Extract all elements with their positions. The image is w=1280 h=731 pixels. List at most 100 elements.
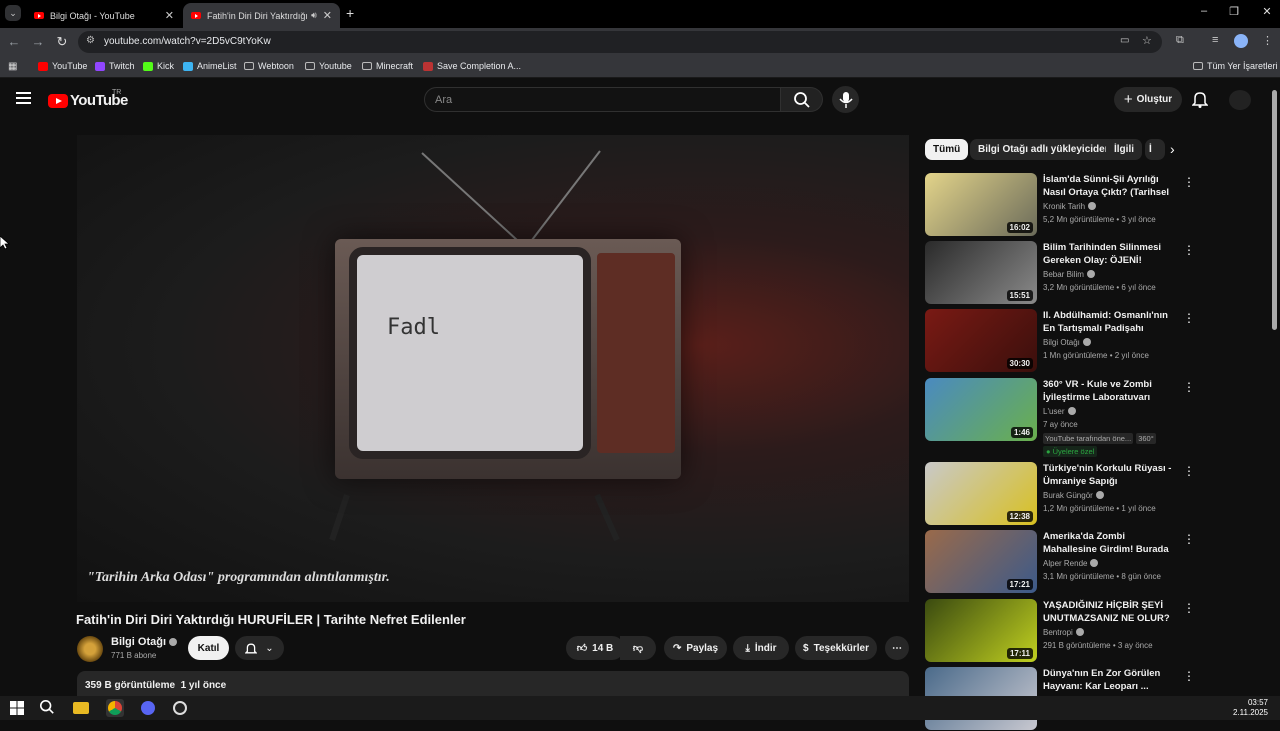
more-options-icon[interactable]: ⋮ bbox=[1183, 380, 1195, 394]
search-button[interactable] bbox=[781, 87, 823, 112]
bookmark-webtoon[interactable]: Webtoon bbox=[244, 61, 294, 71]
recommendation-title[interactable]: 360° VR - Kule ve Zombi İyileştirme Labo… bbox=[1043, 378, 1181, 404]
bookmark-youtube[interactable]: YouTube bbox=[38, 61, 87, 71]
audio-playing-icon[interactable]: 🔊︎ bbox=[311, 10, 317, 21]
more-actions-button[interactable]: ⋯ bbox=[885, 636, 909, 660]
recommendation-title[interactable]: YAŞADIĞINIZ HİÇBİR ŞEYİ UNUTMAZSANIZ NE … bbox=[1043, 599, 1181, 625]
voice-search-button[interactable] bbox=[832, 86, 859, 113]
join-button[interactable]: Katıl bbox=[188, 636, 229, 660]
recommendation-channel[interactable]: Bilgi Otağı bbox=[1043, 338, 1091, 347]
profile-avatar-icon[interactable] bbox=[1234, 34, 1248, 48]
bookmark-youtube-folder[interactable]: Youtube bbox=[305, 61, 352, 71]
recommendation-item[interactable]: 16:02 İslam'da Sünni-Şii Ayrılığı Nasıl O… bbox=[925, 173, 1195, 237]
chrome-icon[interactable] bbox=[106, 699, 124, 717]
address-bar[interactable]: ⚙︎ youtube.com/watch?v=2D5vC9tYoKw ▭ ☆ bbox=[78, 31, 1162, 53]
new-tab-icon[interactable]: + bbox=[346, 5, 354, 21]
back-icon[interactable]: ← bbox=[6, 34, 22, 49]
tab-search-button[interactable]: ⌄ bbox=[5, 5, 21, 21]
more-options-icon[interactable]: ⋮ bbox=[1183, 532, 1195, 546]
menu-icon[interactable] bbox=[16, 92, 31, 104]
recommendation-channel[interactable]: Kronik Tarih bbox=[1043, 202, 1097, 211]
restore-icon[interactable]: ❐ bbox=[1224, 5, 1244, 18]
recommendation-title[interactable]: İslam'da Sünni-Şii Ayrılığı Nasıl Ortaya… bbox=[1043, 173, 1181, 199]
video-thumbnail[interactable]: 1:46 bbox=[925, 378, 1037, 441]
more-options-icon[interactable]: ⋮ bbox=[1183, 669, 1195, 683]
bookmark-kick[interactable]: Kick bbox=[143, 61, 174, 71]
recommendation-item[interactable]: 30:30 II. Abdülhamid: Osmanlı'nın En Tart… bbox=[925, 309, 1195, 373]
recommendation-channel[interactable]: Alper Rende bbox=[1043, 559, 1099, 568]
create-button[interactable]: + Oluştur bbox=[1114, 87, 1182, 112]
bookmark-animelist[interactable]: AnimeList bbox=[183, 61, 237, 71]
recommendation-channel[interactable]: Bebar Bilim bbox=[1043, 270, 1095, 279]
recommendation-title[interactable]: Dünya'nın En Zor Görülen Hayvanı: Kar Le… bbox=[1043, 667, 1181, 693]
recommendation-channel[interactable]: Burak Güngör bbox=[1043, 491, 1104, 500]
chip-partial[interactable]: İ bbox=[1145, 139, 1165, 160]
notifications-button[interactable] bbox=[1191, 90, 1210, 110]
forward-icon[interactable]: → bbox=[30, 34, 46, 49]
reload-icon[interactable]: ↻ bbox=[54, 34, 70, 50]
channel-name[interactable]: Bilgi Otağı bbox=[111, 636, 177, 648]
video-thumbnail[interactable]: 17:11 bbox=[925, 599, 1037, 662]
more-options-icon[interactable]: ⋮ bbox=[1183, 175, 1195, 189]
extensions-icon[interactable]: ⧉ bbox=[1176, 34, 1184, 47]
bookmark-star-icon[interactable]: ☆ bbox=[1142, 34, 1152, 47]
chip-next-icon[interactable]: › bbox=[1170, 141, 1175, 157]
obs-icon[interactable] bbox=[171, 699, 189, 717]
download-button[interactable]: ⤓ İndir bbox=[733, 636, 789, 660]
close-tab-icon[interactable]: ✕ bbox=[323, 9, 332, 22]
recommendation-item[interactable]: 12:38 Türkiye'nin Korkulu Rüyası - Ümrani… bbox=[925, 462, 1195, 526]
video-thumbnail[interactable]: 12:38 bbox=[925, 462, 1037, 525]
system-clock[interactable]: 03:57 2.11.2025 bbox=[1233, 698, 1268, 718]
recommendation-title[interactable]: II. Abdülhamid: Osmanlı'nın En Tartışmal… bbox=[1043, 309, 1181, 335]
file-explorer-icon[interactable] bbox=[73, 699, 91, 717]
tab-bilgi-otagi[interactable]: Bilgi Otağı - YouTube ✕ bbox=[26, 3, 182, 28]
cast-icon[interactable]: ▭ bbox=[1120, 35, 1129, 46]
description-box[interactable]: 359 B görüntüleme 1 yıl önce bbox=[77, 671, 909, 696]
video-thumbnail[interactable]: 17:21 bbox=[925, 530, 1037, 593]
tab-active-video[interactable]: Fatih'in Diri Diri Yaktırdığı H 🔊︎ ✕ bbox=[183, 3, 340, 28]
more-options-icon[interactable]: ⋮ bbox=[1183, 601, 1195, 615]
minimize-icon[interactable]: – bbox=[1194, 5, 1214, 17]
dislike-button[interactable]: 👎︎ bbox=[620, 636, 656, 660]
recommendation-channel[interactable]: L'user bbox=[1043, 407, 1076, 416]
recommendation-title[interactable]: Bilim Tarihinden Silinmesi Gereken Olay:… bbox=[1043, 241, 1181, 267]
video-player[interactable]: Fadl "Tarihin Arka Odası" programından a… bbox=[77, 135, 909, 602]
account-avatar[interactable] bbox=[1229, 90, 1251, 110]
subscription-bell-button[interactable]: ⌄ bbox=[235, 636, 284, 660]
recommendation-title[interactable]: Amerika'da Zombi Mahallesine Girdim! Bur… bbox=[1043, 530, 1181, 556]
recommendation-item[interactable]: 15:51 Bilim Tarihinden Silinmesi Gereken … bbox=[925, 241, 1195, 305]
page-scrollbar[interactable] bbox=[1272, 90, 1277, 330]
video-thumbnail[interactable]: 16:02 bbox=[925, 173, 1037, 236]
discord-icon[interactable] bbox=[139, 699, 157, 717]
windows-start-icon[interactable] bbox=[8, 699, 26, 717]
recommendation-title[interactable]: Türkiye'nin Korkulu Rüyası - Ümraniye Sa… bbox=[1043, 462, 1181, 488]
more-options-icon[interactable]: ⋮ bbox=[1183, 464, 1195, 478]
chip-related[interactable]: İlgili bbox=[1106, 139, 1142, 160]
share-button[interactable]: ↷ Paylaş bbox=[664, 636, 727, 660]
video-thumbnail[interactable]: 15:51 bbox=[925, 241, 1037, 304]
apps-grid-icon[interactable]: ▦ bbox=[8, 61, 17, 72]
bookmark-save-completion[interactable]: Save Completion A... bbox=[423, 61, 521, 71]
more-options-icon[interactable]: ⋮ bbox=[1183, 311, 1195, 325]
chip-all[interactable]: Tümü bbox=[925, 139, 969, 160]
all-bookmarks[interactable]: Tüm Yer İşaretleri bbox=[1193, 61, 1278, 71]
site-info-icon[interactable]: ⚙︎ bbox=[86, 35, 95, 46]
bookmark-twitch[interactable]: Twitch bbox=[95, 61, 135, 71]
recommendation-item[interactable]: 1:46 360° VR - Kule ve Zombi İyileştirme … bbox=[925, 378, 1195, 457]
taskbar-search-icon[interactable] bbox=[39, 699, 57, 717]
chip-from-uploader[interactable]: Bilgi Otağı adlı yükleyiciden bbox=[970, 139, 1119, 160]
recommendation-item[interactable]: 17:11 YAŞADIĞINIZ HİÇBİR ŞEYİ UNUTMAZSANI… bbox=[925, 599, 1195, 663]
youtube-logo[interactable]: YouTube TR bbox=[48, 89, 128, 109]
recommendation-channel[interactable]: Bentropi bbox=[1043, 628, 1084, 637]
bookmark-minecraft[interactable]: Minecraft bbox=[362, 61, 413, 71]
recommendation-item[interactable]: 17:21 Amerika'da Zombi Mahallesine Girdim… bbox=[925, 530, 1195, 594]
media-control-icon[interactable]: ≡ bbox=[1212, 34, 1218, 46]
video-thumbnail[interactable]: 30:30 bbox=[925, 309, 1037, 372]
close-tab-icon[interactable]: ✕ bbox=[165, 9, 174, 22]
channel-avatar[interactable] bbox=[77, 636, 103, 662]
search-input[interactable] bbox=[425, 88, 780, 111]
like-button[interactable]: 👍︎ 14 B bbox=[566, 636, 624, 660]
thanks-button[interactable]: $ Teşekkürler bbox=[795, 636, 877, 660]
close-window-icon[interactable]: ✕ bbox=[1257, 5, 1277, 18]
chrome-menu-icon[interactable]: ⋮ bbox=[1262, 34, 1273, 47]
